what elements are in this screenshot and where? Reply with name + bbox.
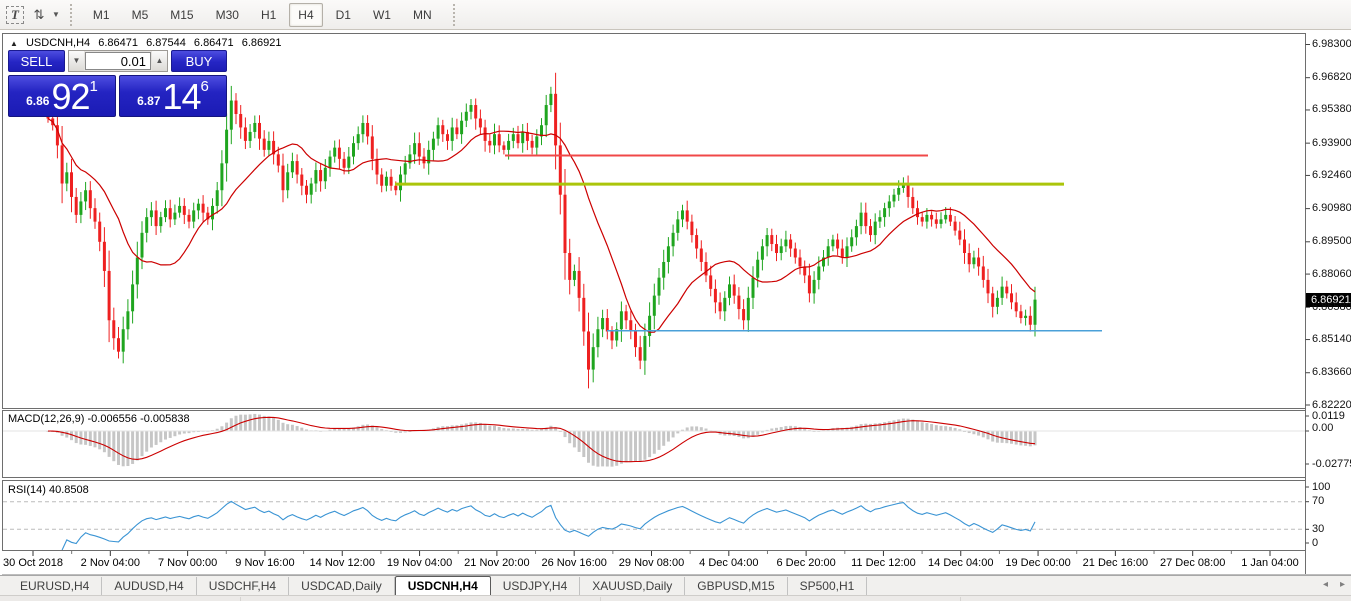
price-axis-tick: 6.83660 bbox=[1312, 366, 1351, 378]
one-click-trade-panel: SELL ▼ ▲ BUY 6.86 92 1 6.87 14 6 bbox=[8, 50, 227, 117]
time-axis-label: 1 Jan 04:00 bbox=[1241, 557, 1299, 569]
buy-price-box[interactable]: 6.87 14 6 bbox=[119, 75, 227, 117]
status-bar bbox=[0, 595, 1351, 601]
time-axis-label: 11 Dec 12:00 bbox=[851, 557, 916, 569]
ohlc-open: 6.86471 bbox=[98, 37, 138, 49]
ohlc-high: 6.87544 bbox=[146, 37, 186, 49]
price-axis-tick: 6.90980 bbox=[1312, 202, 1351, 214]
sell-button[interactable]: SELL bbox=[8, 50, 65, 72]
rsi-value: 40.8508 bbox=[49, 484, 89, 496]
price-axis-tick: 6.95380 bbox=[1312, 103, 1351, 115]
time-axis-label: 19 Dec 00:00 bbox=[1005, 557, 1070, 569]
time-axis-label: 9 Nov 16:00 bbox=[235, 557, 294, 569]
buy-price-big: 14 bbox=[162, 80, 200, 113]
tab-audusd-h4[interactable]: AUDUSD,H4 bbox=[102, 577, 196, 595]
time-axis-label: 2 Nov 04:00 bbox=[81, 557, 140, 569]
symbol-label: USDCNH,H4 bbox=[26, 37, 90, 49]
time-axis-label: 14 Nov 12:00 bbox=[310, 557, 375, 569]
time-axis-label: 21 Dec 16:00 bbox=[1083, 557, 1148, 569]
rsi-axis-tick: 100 bbox=[1312, 481, 1330, 493]
macd-axis-tick: -0.027754 bbox=[1312, 458, 1351, 470]
time-axis-label: 21 Nov 20:00 bbox=[464, 557, 529, 569]
volume-input[interactable] bbox=[85, 52, 151, 70]
buy-button[interactable]: BUY bbox=[171, 50, 227, 72]
tab-scroll-right-icon[interactable]: ▸ bbox=[1340, 579, 1345, 590]
buy-price-sup: 6 bbox=[201, 78, 209, 95]
price-axis-tick: 6.82220 bbox=[1312, 399, 1351, 411]
rsi-label: RSI(14) 40.8508 bbox=[8, 484, 89, 496]
statusbar-separator bbox=[240, 597, 241, 601]
macd-name: MACD(12,26,9) bbox=[8, 413, 84, 425]
price-axis-tick: 6.93900 bbox=[1312, 137, 1351, 149]
price-axis-tick: 6.92460 bbox=[1312, 169, 1351, 181]
time-axis-label: 7 Nov 00:00 bbox=[158, 557, 217, 569]
price-axis-tick: 6.89500 bbox=[1312, 235, 1351, 247]
price-axis-tick: 6.98300 bbox=[1312, 38, 1351, 50]
time-axis-label: 6 Dec 20:00 bbox=[776, 557, 835, 569]
collapse-icon[interactable]: ▲ bbox=[10, 39, 18, 48]
sell-price-box[interactable]: 6.86 92 1 bbox=[8, 75, 116, 117]
macd-axis-tick: 0.00 bbox=[1312, 422, 1333, 434]
volume-stepper: ▼ ▲ bbox=[68, 50, 168, 72]
time-axis-label: 26 Nov 16:00 bbox=[541, 557, 606, 569]
macd-signal-value: -0.005838 bbox=[140, 413, 190, 425]
tab-sp500-h1[interactable]: SP500,H1 bbox=[788, 577, 868, 595]
statusbar-separator bbox=[960, 597, 961, 601]
chart-title: ▲ USDCNH,H4 6.86471 6.87544 6.86471 6.86… bbox=[10, 37, 286, 49]
macd-value: -0.006556 bbox=[87, 413, 137, 425]
tab-gbpusd-m15[interactable]: GBPUSD,M15 bbox=[685, 577, 787, 595]
tab-xauusd-daily[interactable]: XAUUSD,Daily bbox=[580, 577, 685, 595]
rsi-axis-tick: 30 bbox=[1312, 523, 1324, 535]
time-axis-label: 29 Nov 08:00 bbox=[619, 557, 684, 569]
time-axis-label: 27 Dec 08:00 bbox=[1160, 557, 1225, 569]
buy-price-small: 6.87 bbox=[137, 94, 160, 108]
tab-usdchf-h4[interactable]: USDCHF,H4 bbox=[197, 577, 289, 595]
time-axis-label: 14 Dec 04:00 bbox=[928, 557, 993, 569]
rsi-axis-tick: 0 bbox=[1312, 537, 1318, 549]
sell-price-small: 6.86 bbox=[26, 94, 49, 108]
sell-price-sup: 1 bbox=[90, 78, 98, 95]
ohlc-close: 6.86921 bbox=[242, 37, 282, 49]
volume-increase-icon[interactable]: ▲ bbox=[152, 51, 167, 71]
tab-usdcad-daily[interactable]: USDCAD,Daily bbox=[289, 577, 395, 595]
macd-axis-tick: 0.0119 bbox=[1312, 410, 1345, 422]
time-axis-label: 19 Nov 04:00 bbox=[387, 557, 452, 569]
tab-usdcnh-h4[interactable]: USDCNH,H4 bbox=[395, 576, 491, 596]
macd-label: MACD(12,26,9) -0.006556 -0.005838 bbox=[8, 413, 190, 425]
rsi-axis-tick: 70 bbox=[1312, 495, 1324, 507]
time-axis-label: 30 Oct 2018 bbox=[3, 557, 63, 569]
tab-scroll-left-icon[interactable]: ◂ bbox=[1323, 579, 1328, 590]
sell-price-big: 92 bbox=[51, 80, 89, 113]
ohlc-low: 6.86471 bbox=[194, 37, 234, 49]
rsi-name: RSI(14) bbox=[8, 484, 46, 496]
price-axis-tick: 6.85140 bbox=[1312, 333, 1351, 345]
price-axis-tick: 6.96820 bbox=[1312, 71, 1351, 83]
statusbar-separator bbox=[600, 597, 601, 601]
volume-decrease-icon[interactable]: ▼ bbox=[69, 51, 84, 71]
price-axis-tick: 6.86580 bbox=[1312, 301, 1351, 313]
chart-tab-bar: EURUSD,H4AUDUSD,H4USDCHF,H4USDCAD,DailyU… bbox=[0, 575, 1351, 595]
time-axis-label: 4 Dec 04:00 bbox=[699, 557, 758, 569]
price-axis-tick: 6.88060 bbox=[1312, 268, 1351, 280]
tab-eurusd-h4[interactable]: EURUSD,H4 bbox=[8, 577, 102, 595]
tab-usdjpy-h4[interactable]: USDJPY,H4 bbox=[491, 577, 580, 595]
